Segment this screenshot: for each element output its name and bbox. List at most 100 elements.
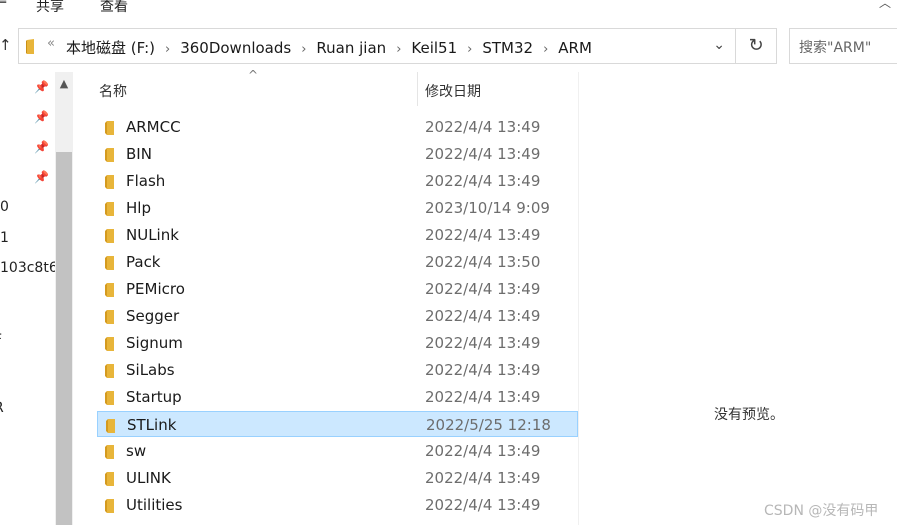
folder-icon: [26, 39, 34, 54]
file-name: STLink: [127, 416, 177, 434]
file-name: ARMCC: [126, 118, 181, 136]
file-row[interactable]: Hlp 2023/10/14 9:09: [97, 195, 578, 221]
tab-share[interactable]: 共享: [36, 0, 64, 16]
folder-icon: [105, 499, 114, 513]
file-modified-date: 2022/4/4 13:49: [425, 442, 541, 460]
tab-view[interactable]: 查看: [100, 0, 128, 16]
preview-empty-text: 没有预览。: [714, 407, 784, 423]
file-modified-date: 2022/4/4 13:49: [425, 172, 541, 190]
file-row[interactable]: NULink 2022/4/4 13:49: [97, 222, 578, 248]
nav-item-fragment[interactable]: F: [0, 332, 2, 348]
nav-item-fragment[interactable]: R: [0, 400, 4, 416]
file-name: Segger: [126, 307, 180, 325]
column-divider: [578, 72, 579, 525]
file-row[interactable]: Startup 2022/4/4 13:49: [97, 384, 578, 410]
file-row[interactable]: sw 2022/4/4 13:49: [97, 438, 578, 464]
file-row[interactable]: ARMCC 2022/4/4 13:49: [97, 114, 578, 140]
address-dropdown-icon[interactable]: ⌄: [713, 37, 725, 53]
collapse-ribbon-icon[interactable]: ︿: [879, 0, 891, 11]
file-name: NULink: [126, 226, 179, 244]
pin-icon[interactable]: 📌: [34, 170, 49, 184]
pin-icon[interactable]: 📌: [34, 80, 49, 94]
file-modified-date: 2022/5/25 12:18: [426, 416, 551, 434]
file-row[interactable]: Pack 2022/4/4 13:50: [97, 249, 578, 275]
file-modified-date: 2022/4/4 13:49: [425, 361, 541, 379]
folder-icon: [106, 419, 115, 433]
folder-icon: [105, 472, 114, 486]
folder-icon: [105, 202, 114, 216]
overflow-chevron[interactable]: «: [47, 36, 55, 51]
folder-icon: [105, 445, 114, 459]
file-modified-date: 2022/4/4 13:49: [425, 307, 541, 325]
column-header-date[interactable]: 修改日期: [425, 81, 481, 101]
file-row[interactable]: Flash 2022/4/4 13:49: [97, 168, 578, 194]
file-modified-date: 2022/4/4 13:49: [425, 280, 541, 298]
nav-item-fragment[interactable]: 103c8t6: [0, 260, 58, 276]
file-name: Pack: [126, 253, 161, 271]
folder-icon: [105, 364, 114, 378]
file-row[interactable]: PEMicro 2022/4/4 13:49: [97, 276, 578, 302]
breadcrumb-drive[interactable]: 本地磁盘 (F:): [66, 39, 155, 57]
file-name: sw: [126, 442, 147, 460]
file-row[interactable]: BIN 2022/4/4 13:49: [97, 141, 578, 167]
file-row[interactable]: SiLabs 2022/4/4 13:49: [97, 357, 578, 383]
file-modified-date: 2022/4/4 13:49: [425, 496, 541, 514]
breadcrumb-ruanjian[interactable]: Ruan jian: [316, 39, 386, 57]
file-modified-date: 2022/4/4 13:49: [425, 334, 541, 352]
file-row[interactable]: ULINK 2022/4/4 13:49: [97, 465, 578, 491]
folder-icon: [105, 283, 114, 297]
nav-item-fragment[interactable]: 0: [0, 199, 9, 215]
folder-icon: [105, 310, 114, 324]
folder-icon: [105, 175, 114, 189]
nav-item-fragment[interactable]: 1: [0, 230, 9, 246]
file-name: Startup: [126, 388, 182, 406]
file-row[interactable]: Utilities 2022/4/4 13:49: [97, 492, 578, 518]
up-arrow-icon[interactable]: ↑: [0, 36, 12, 54]
file-name: SiLabs: [126, 361, 175, 379]
folder-icon: [105, 256, 114, 270]
scroll-up-icon[interactable]: ▲: [55, 72, 73, 96]
file-name: ULINK: [126, 469, 171, 487]
breadcrumb-stm32[interactable]: STM32: [482, 39, 533, 57]
file-name: Utilities: [126, 496, 183, 514]
breadcrumb-separator[interactable]: ›: [301, 42, 306, 57]
breadcrumb-separator[interactable]: ›: [543, 42, 548, 57]
sort-ascending-icon: ^: [248, 68, 259, 82]
file-row[interactable]: STLink 2022/5/25 12:18: [97, 411, 578, 437]
folder-icon: [105, 121, 114, 135]
pin-icon[interactable]: 📌: [34, 140, 49, 154]
breadcrumb: 本地磁盘 (F:) › 360Downloads › Ruan jian › Keil51 ›…: [66, 37, 592, 58]
column-header-row: ^ 名称 修改日期: [90, 68, 580, 525]
breadcrumb-keil51[interactable]: Keil51: [411, 39, 457, 57]
folder-icon: [105, 148, 114, 162]
file-name: Hlp: [126, 199, 151, 217]
breadcrumb-arm[interactable]: ARM: [558, 39, 592, 57]
breadcrumb-separator[interactable]: ›: [467, 42, 472, 57]
ribbon-bar: ≡ 共享 查看 ︿: [0, 0, 897, 20]
ribbon-menu-fragment[interactable]: ≡: [0, 0, 8, 8]
column-divider[interactable]: [417, 72, 418, 106]
file-modified-date: 2022/4/4 13:49: [425, 469, 541, 487]
breadcrumb-separator[interactable]: ›: [396, 42, 401, 57]
folder-icon: [105, 337, 114, 351]
file-modified-date: 2022/4/4 13:49: [425, 388, 541, 406]
refresh-button[interactable]: ↻: [736, 28, 777, 64]
folder-icon: [105, 229, 114, 243]
breadcrumb-360downloads[interactable]: 360Downloads: [180, 39, 291, 57]
column-header-name[interactable]: 名称: [99, 81, 127, 101]
file-name: BIN: [126, 145, 152, 163]
search-input[interactable]: 搜索"ARM": [789, 28, 897, 64]
nav-scrollbar-thumb[interactable]: [56, 152, 72, 525]
file-modified-date: 2022/4/4 13:50: [425, 253, 541, 271]
file-name: Signum: [126, 334, 183, 352]
breadcrumb-separator[interactable]: ›: [165, 42, 170, 57]
file-name: PEMicro: [126, 280, 185, 298]
address-bar[interactable]: « 本地磁盘 (F:) › 360Downloads › Ruan jian › Keil5…: [18, 28, 736, 64]
file-modified-date: 2022/4/4 13:49: [425, 145, 541, 163]
file-modified-date: 2022/4/4 13:49: [425, 118, 541, 136]
file-name: Flash: [126, 172, 166, 190]
file-list: ^ 名称 修改日期 ARMCC 2022/4/4 13:49 BIN 2022/4/4…: [90, 68, 580, 525]
pin-icon[interactable]: 📌: [34, 110, 49, 124]
file-row[interactable]: Signum 2022/4/4 13:49: [97, 330, 578, 356]
file-row[interactable]: Segger 2022/4/4 13:49: [97, 303, 578, 329]
